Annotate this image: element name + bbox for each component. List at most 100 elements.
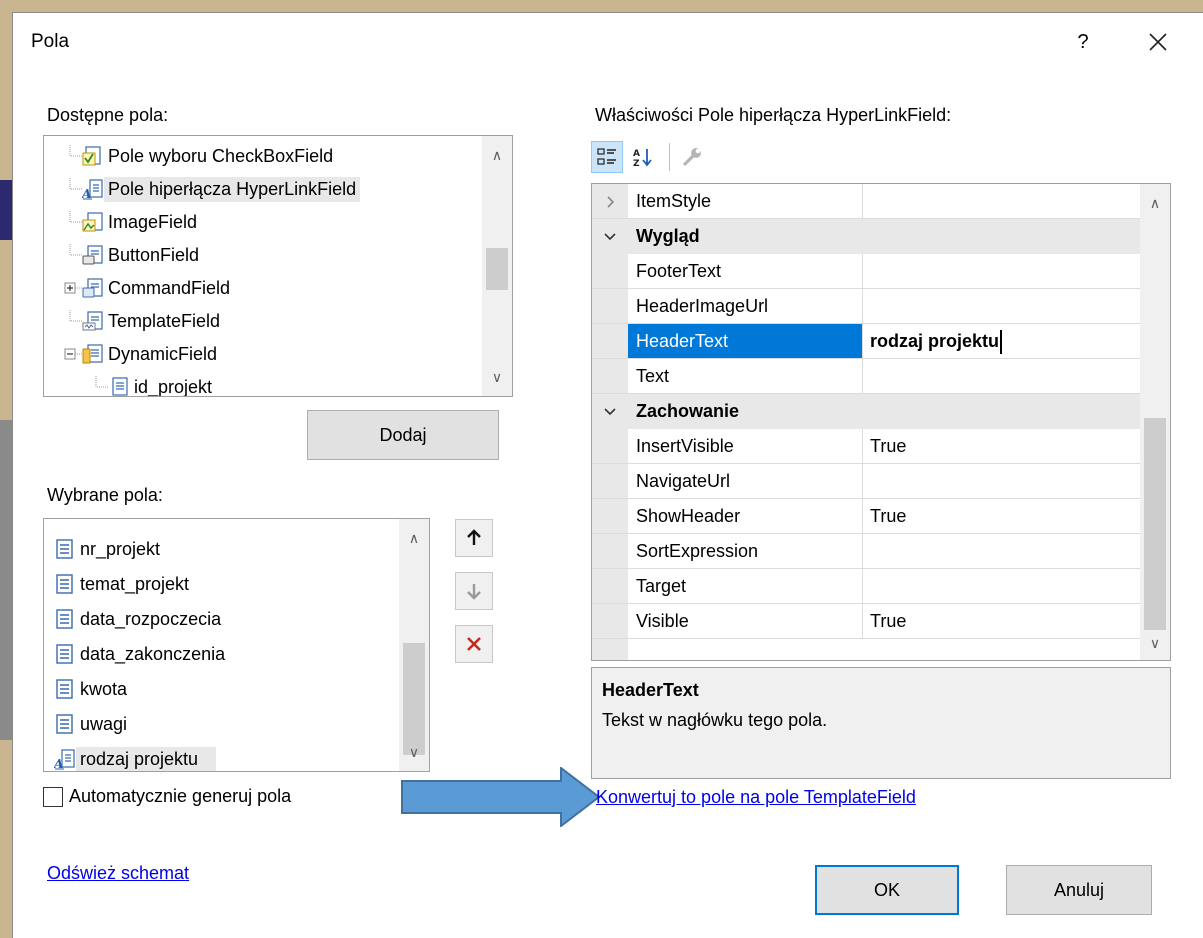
available-field-item[interactable]: TemplateField: [60, 305, 224, 337]
dialog-title: Pola: [31, 31, 70, 52]
column-divider: [862, 184, 863, 218]
scroll-up-icon[interactable]: ∧: [399, 523, 429, 553]
property-name[interactable]: Text: [636, 359, 669, 393]
selected-field-item[interactable]: data_rozpoczecia: [54, 603, 225, 635]
scrollbar-thumb[interactable]: [486, 248, 508, 290]
available-field-label: DynamicField: [108, 343, 218, 364]
auto-generate-checkbox[interactable]: [43, 786, 63, 807]
property-row[interactable]: HeaderText rodzaj projektu: [592, 324, 1142, 359]
scroll-up-icon[interactable]: ∧: [482, 140, 512, 170]
help-button[interactable]: ?: [1068, 27, 1098, 57]
wrench-icon: [683, 148, 701, 166]
property-row[interactable]: Target: [592, 569, 1142, 604]
sort-alphabetical-icon: A Z: [633, 149, 652, 168]
property-pages-button[interactable]: [676, 141, 708, 173]
property-row[interactable]: Text: [592, 359, 1142, 394]
property-name[interactable]: HeaderImageUrl: [636, 289, 768, 323]
selected-fields-list[interactable]: nr_projekt temat_projekt data_rozpoczeciad…: [43, 518, 430, 772]
selected-field-item[interactable]: uwagi: [54, 708, 131, 740]
property-grid-scrollbar[interactable]: ∧ ∨: [1140, 184, 1170, 660]
scroll-up-icon[interactable]: ∧: [1140, 188, 1170, 218]
available-field-label: ButtonField: [108, 244, 200, 265]
available-fields-label: Dostępne pola:: [47, 105, 169, 125]
selected-field-label: data_rozpoczecia: [80, 608, 222, 629]
ok-button[interactable]: OK: [815, 865, 959, 915]
property-category[interactable]: Zachowanie: [592, 394, 1142, 429]
available-field-item[interactable]: ButtonField: [60, 239, 203, 271]
available-fields-scrollbar[interactable]: ∧ ∨: [482, 136, 512, 396]
property-name[interactable]: FooterText: [636, 254, 721, 288]
property-category[interactable]: Wygląd: [592, 219, 1142, 254]
property-row[interactable]: FooterText: [592, 254, 1142, 289]
property-row[interactable]: NavigateUrl: [592, 464, 1142, 499]
available-fields-tree[interactable]: Pole wyboru CheckBoxField A Pole hiperłącz…: [43, 135, 513, 397]
property-row[interactable]: InsertVisible True: [592, 429, 1142, 464]
property-grid[interactable]: ItemStyle Wygląd FooterText HeaderImageUrl H…: [591, 183, 1171, 661]
property-name[interactable]: Visible: [636, 604, 689, 638]
delete-button[interactable]: [455, 625, 493, 663]
convert-to-template-link[interactable]: Konwertuj to pole na pole TemplateField: [596, 787, 916, 808]
cancel-button[interactable]: Anuluj: [1006, 865, 1152, 915]
property-row[interactable]: HeaderImageUrl: [592, 289, 1142, 324]
refresh-schema-link[interactable]: Odśwież schemat: [47, 863, 189, 884]
column-divider: [862, 534, 863, 568]
bound-field-icon: [54, 678, 76, 700]
available-field-item[interactable]: CommandField: [60, 272, 234, 304]
property-name[interactable]: ItemStyle: [636, 184, 711, 218]
selected-field-item[interactable]: kwota: [54, 673, 131, 705]
scroll-down-icon[interactable]: ∨: [1140, 628, 1170, 658]
selected-field-item[interactable]: Arodzaj projektu: [53, 743, 217, 771]
collapse-icon[interactable]: [60, 343, 82, 365]
selected-field-item[interactable]: temat_projekt: [54, 568, 193, 600]
available-field-item[interactable]: id_projekt: [86, 371, 216, 396]
property-name[interactable]: HeaderText: [628, 324, 862, 358]
hyperlink-field-icon: A: [81, 178, 104, 201]
chevron-down-icon[interactable]: [600, 219, 620, 254]
available-field-item[interactable]: DynamicField: [60, 338, 221, 370]
available-field-item[interactable]: Pole wyboru CheckBoxField: [60, 140, 337, 172]
column-divider: [862, 604, 863, 638]
property-value[interactable]: True: [870, 604, 906, 638]
property-value[interactable]: True: [870, 499, 906, 533]
column-divider: [862, 429, 863, 463]
selected-fields-scrollbar[interactable]: ∧ ∨: [399, 519, 429, 771]
arrow-up-icon: [467, 529, 481, 545]
categorized-button[interactable]: [591, 141, 623, 173]
tree-connector-icon: [69, 178, 82, 190]
property-row[interactable]: SortExpression: [592, 534, 1142, 569]
selected-field-label: rodzaj projektu: [76, 746, 217, 771]
property-name[interactable]: InsertVisible: [636, 429, 734, 463]
scroll-down-icon[interactable]: ∨: [399, 737, 429, 767]
chevron-down-icon[interactable]: [600, 394, 620, 429]
tree-connector-icon: [69, 310, 82, 322]
add-button[interactable]: Dodaj: [307, 410, 499, 460]
property-name[interactable]: SortExpression: [636, 534, 758, 568]
property-row[interactable]: ItemStyle: [592, 184, 1142, 219]
move-down-button[interactable]: [455, 572, 493, 610]
selected-field-label: data_zakonczenia: [80, 643, 226, 664]
selected-field-item[interactable]: nr_projekt: [54, 533, 164, 565]
selected-field-item[interactable]: data_zakonczenia: [54, 638, 229, 670]
available-field-item[interactable]: ImageField: [60, 206, 201, 238]
property-name[interactable]: ShowHeader: [636, 499, 740, 533]
move-up-button[interactable]: [455, 519, 493, 557]
alphabetical-button[interactable]: A Z: [627, 141, 659, 173]
expand-icon[interactable]: [60, 277, 82, 299]
bound-field-icon: [54, 538, 76, 560]
scrollbar-thumb[interactable]: [1144, 418, 1166, 630]
category-name: Wygląd: [636, 226, 700, 246]
description-title: HeaderText: [602, 680, 699, 700]
scroll-down-icon[interactable]: ∨: [482, 362, 512, 392]
property-row[interactable]: Visible True: [592, 604, 1142, 639]
column-divider: [862, 499, 863, 533]
property-row[interactable]: ShowHeader True: [592, 499, 1142, 534]
available-field-item[interactable]: A Pole hiperłącza HyperLinkField: [60, 173, 361, 205]
property-value[interactable]: True: [870, 429, 906, 463]
close-button[interactable]: [1141, 27, 1175, 57]
auto-generate-row[interactable]: Automatycznie generuj pola: [43, 786, 291, 807]
property-value[interactable]: rodzaj projektu: [870, 324, 1003, 358]
svg-text:Z: Z: [633, 159, 640, 168]
chevron-right-icon[interactable]: [600, 184, 620, 219]
property-name[interactable]: NavigateUrl: [636, 464, 730, 498]
property-name[interactable]: Target: [636, 569, 686, 603]
